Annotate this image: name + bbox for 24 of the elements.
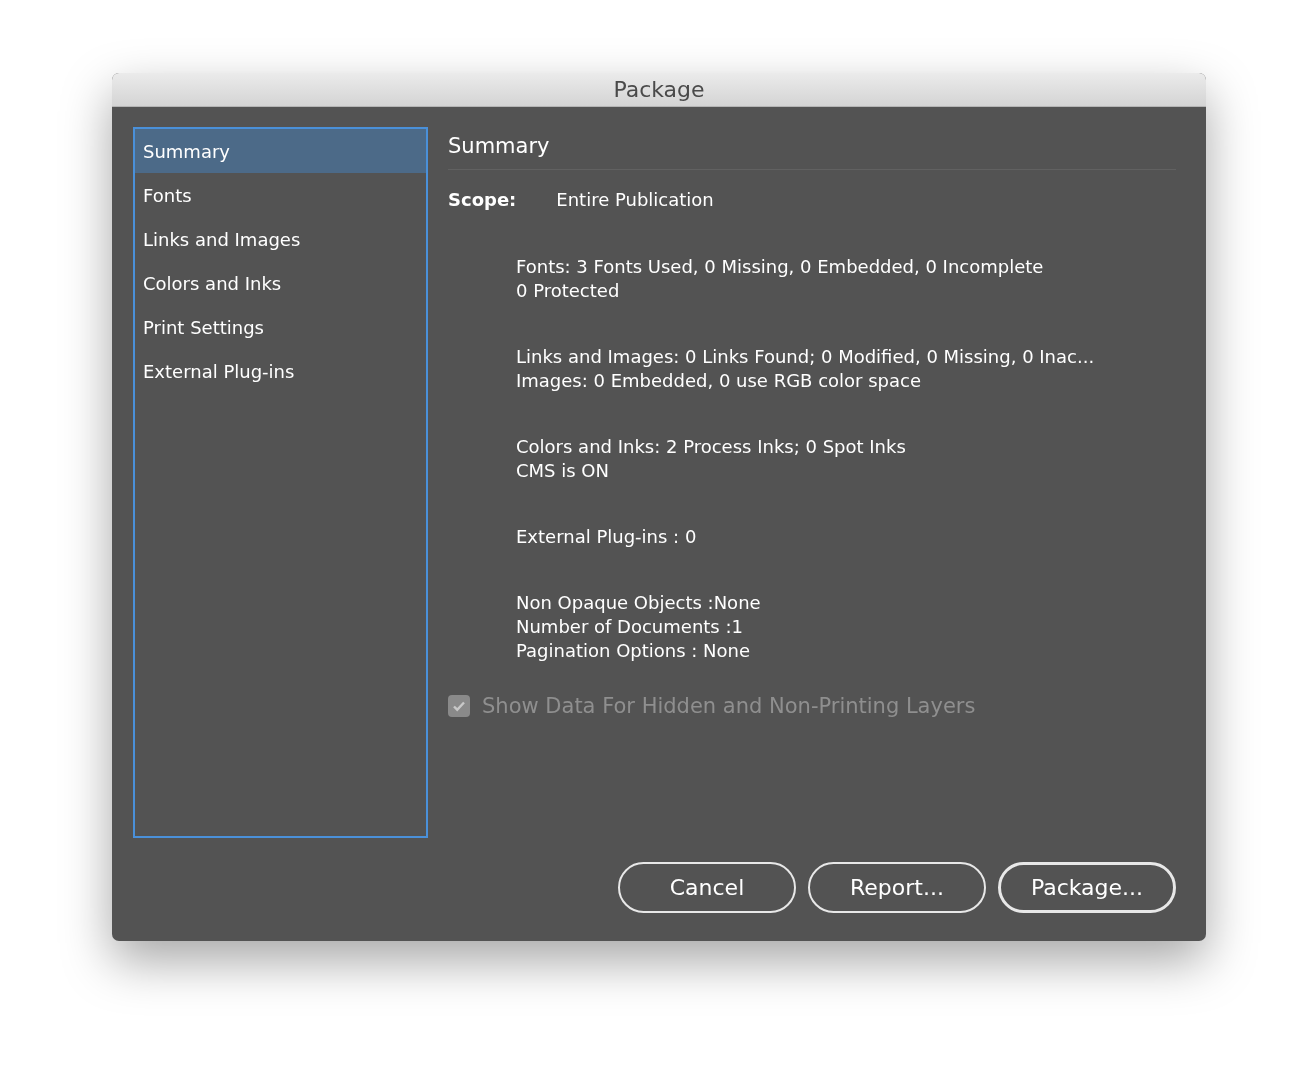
- sidebar-item[interactable]: External Plug-ins: [135, 349, 426, 393]
- dialog-button[interactable]: Cancel: [618, 862, 796, 913]
- scope-value: Entire Publication: [556, 187, 714, 212]
- summary-line: Number of Documents :1: [516, 614, 744, 639]
- sidebar-item[interactable]: Colors and Inks: [135, 261, 426, 305]
- summary-line: CMS is ON: [516, 458, 610, 483]
- summary-line: Links and Images: 0 Links Found; 0 Modified, 0 Missing, 0 Inac...: [516, 344, 1096, 369]
- summary-line: Images: 0 Embedded, 0 use RGB color space: [516, 368, 923, 393]
- summary-line: Pagination Options : None: [516, 638, 752, 663]
- dialog-button[interactable]: Package...: [998, 862, 1176, 913]
- sidebar-item[interactable]: Links and Images: [135, 217, 426, 261]
- dialog-button[interactable]: Report...: [808, 862, 986, 913]
- checkbox-label: Show Data For Hidden and Non-Printing Layers: [482, 692, 976, 720]
- section-heading: Summary: [448, 127, 1176, 170]
- sidebar-item[interactable]: Print Settings: [135, 305, 426, 349]
- summary-line: Colors and Inks: 2 Process Inks; 0 Spot Inks: [516, 434, 907, 459]
- scope-label: Scope:: [448, 187, 517, 212]
- summary-line: External Plug-ins : 0: [516, 524, 698, 549]
- summary-line: Non Opaque Objects :None: [516, 590, 762, 615]
- summary-line: Fonts: 3 Fonts Used, 0 Missing, 0 Embedded, 0 Incomplete: [516, 254, 1045, 279]
- sidebar-item[interactable]: Fonts: [135, 173, 426, 217]
- window-title: Package: [613, 76, 705, 104]
- sidebar-item[interactable]: Summary: [135, 129, 426, 173]
- summary-line: 0 Protected: [516, 278, 621, 303]
